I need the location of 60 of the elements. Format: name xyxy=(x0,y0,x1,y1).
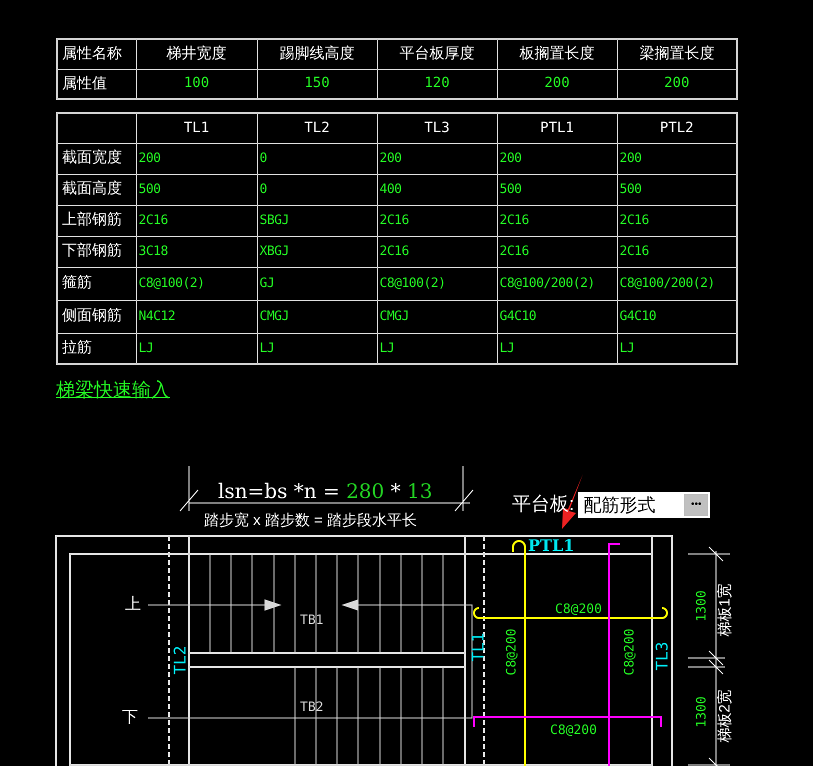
table-cell: CMGJ xyxy=(377,300,497,333)
table-header-cell: 平台板厚度 xyxy=(377,39,497,69)
rebar-label: C8@200 xyxy=(504,628,520,676)
table-cell: 2C16 xyxy=(497,236,617,267)
dimension-label: 梯板2宽 xyxy=(716,689,734,743)
rebar-label: C8@200 xyxy=(622,628,638,676)
beam-label: PTL1 xyxy=(528,536,574,555)
table-cell: G4C10 xyxy=(497,300,617,333)
dimension-value: 1300 xyxy=(694,590,710,622)
rebar-label: C8@200 xyxy=(555,602,602,617)
up-label: 上 xyxy=(125,596,141,613)
table-cell: GJ xyxy=(257,267,377,300)
table-header-cell: 侧面钢筋 xyxy=(57,300,136,333)
table-cell: 500 xyxy=(497,174,617,205)
table-header-cell: 上部钢筋 xyxy=(57,205,136,236)
dimension-value: 1300 xyxy=(694,696,710,728)
table-header-cell: 梯井宽度 xyxy=(136,39,257,69)
table-cell: 2C16 xyxy=(377,236,497,267)
table-cell: 0 xyxy=(257,143,377,174)
beam-label: TL3 xyxy=(652,642,672,670)
table-header-cell: 踢脚线高度 xyxy=(257,39,377,69)
table-cell: C8@100(2) xyxy=(136,267,257,300)
quick-input-link[interactable]: 梯梁快速输入 xyxy=(56,379,170,403)
table-cell: CMGJ xyxy=(257,300,377,333)
reinforcement-field[interactable]: 配筋形式 ••• xyxy=(578,492,710,518)
table-header-cell: 箍筋 xyxy=(57,267,136,300)
table-cell: XBGJ xyxy=(257,236,377,267)
table-cell: 2C16 xyxy=(136,205,257,236)
table-cell: 500 xyxy=(136,174,257,205)
table-header-cell: TL2 xyxy=(257,113,377,143)
beam-label: TL1 xyxy=(468,632,488,662)
table-cell: 400 xyxy=(377,174,497,205)
down-label: 下 xyxy=(122,709,138,726)
rebar-label: C8@200 xyxy=(550,723,597,738)
table-cell: 2C16 xyxy=(497,205,617,236)
table-cell: 200 xyxy=(497,143,617,174)
table-cell: 200 xyxy=(136,143,257,174)
table-cell: 3C18 xyxy=(136,236,257,267)
more-button[interactable]: ••• xyxy=(684,494,708,516)
beam-label: TL2 xyxy=(170,646,190,674)
table-header-cell: TL1 xyxy=(136,113,257,143)
table-header-cell: 截面宽度 xyxy=(57,143,136,174)
table-header-cell: 截面高度 xyxy=(57,174,136,205)
table-cell: SBGJ xyxy=(257,205,377,236)
formula-text: lsn=bs *n = 280 * 13 xyxy=(218,479,432,503)
table-header-cell: TL3 xyxy=(377,113,497,143)
table-cell: N4C12 xyxy=(136,300,257,333)
table-header-cell: 板搁置长度 xyxy=(497,39,617,69)
table-cell: 200 xyxy=(377,143,497,174)
table-header-cell: 下部钢筋 xyxy=(57,236,136,267)
formula-caption: 踏步宽 x 踏步数 = 踏步段水平长 xyxy=(204,512,417,529)
field-value: 配筋形式 xyxy=(583,494,656,516)
table-cell: C8@100(2) xyxy=(377,267,497,300)
table-header-cell: PTL1 xyxy=(497,113,617,143)
platform-label: 平台板: xyxy=(512,493,574,517)
table-cell: C8@100/200(2) xyxy=(497,267,617,300)
dimension-label: 梯板1宽 xyxy=(716,583,734,637)
table-cell: 0 xyxy=(257,174,377,205)
table-header-cell: 属性名称 xyxy=(57,39,136,69)
table-cell: 2C16 xyxy=(377,205,497,236)
